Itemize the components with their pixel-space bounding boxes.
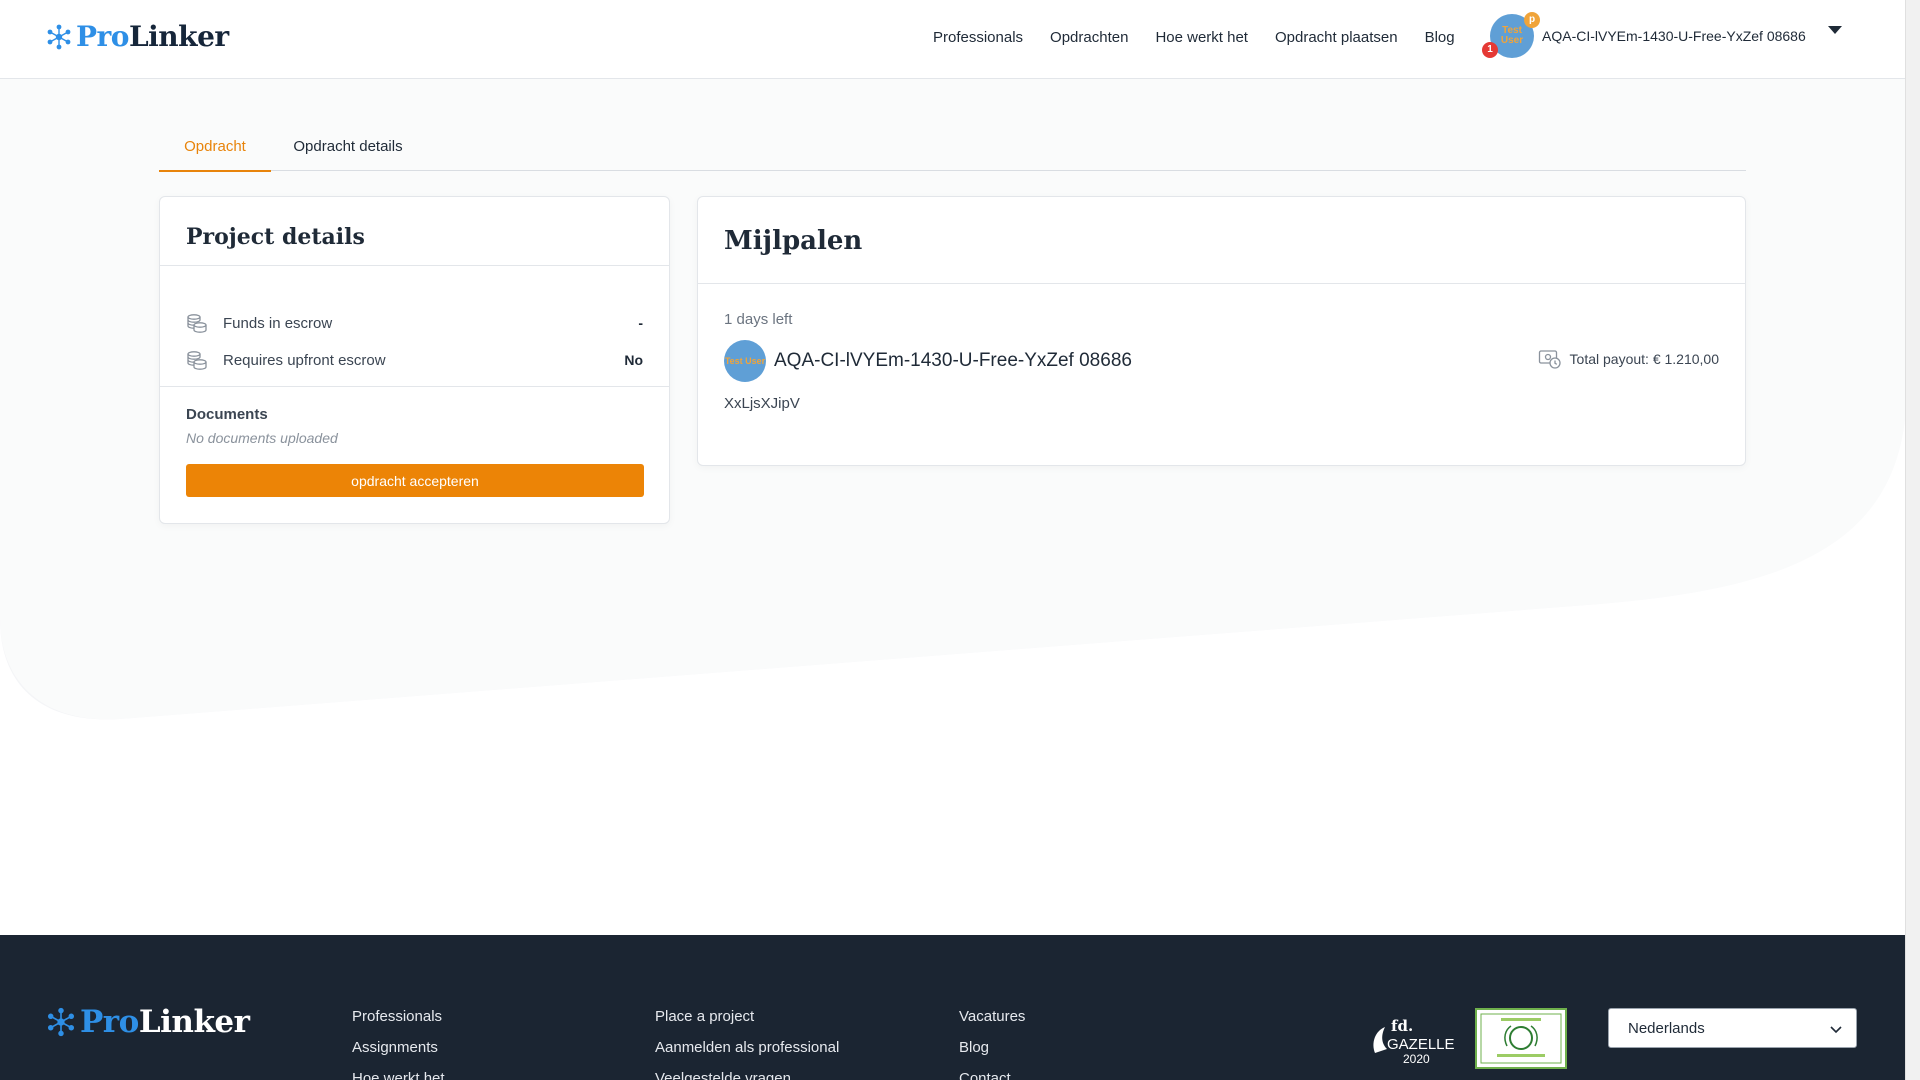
tab-opdracht[interactable]: Opdracht (159, 122, 271, 172)
footer-link-faq[interactable]: Veelgestelde vragen (655, 1070, 839, 1080)
main-nav: Professionals Opdrachten Hoe werkt het O… (933, 29, 1482, 46)
molecule-logo-icon (47, 1007, 75, 1037)
project-details-card: Project details Funds in escrow - Requir… (159, 196, 670, 524)
requires-upfront-escrow-label: Requires upfront escrow (223, 351, 386, 369)
fd-gazellen-award: fd. GAZELLEN 2020 (1369, 1013, 1465, 1066)
nav-opdracht-plaatsen[interactable]: Opdracht plaatsen (1275, 29, 1398, 46)
accept-assignment-button[interactable]: opdracht accepteren (186, 464, 644, 497)
nav-blog[interactable]: Blog (1425, 29, 1455, 46)
svg-text:fd.: fd. (1391, 1017, 1413, 1035)
svg-text:2020: 2020 (1403, 1052, 1430, 1065)
divider (698, 283, 1745, 284)
brand-logo[interactable]: ProLinker (46, 20, 229, 53)
milestone-name: AQA-CI-lVYEm-1430-U-Free-YxZef 08686 (774, 350, 1132, 371)
user-menu[interactable]: Test User p 1 AQA-CI-lVYEm-1430-U-Free-Y… (1482, 12, 1842, 58)
molecule-logo-icon (47, 24, 71, 49)
language-select[interactable]: Nederlands (1608, 1008, 1857, 1048)
freelance-award-badge (1475, 1008, 1567, 1069)
tab-bar: Opdracht Opdracht details (159, 122, 1746, 172)
milestones-card: Mijlpalen 1 days left Test User AQA-CI-l… (697, 196, 1746, 466)
footer-link-assignments[interactable]: Assignments (352, 1039, 445, 1070)
footer-column-3: Vacatures Blog Contact (959, 1008, 1025, 1080)
avatar[interactable]: Test User p 1 (1482, 12, 1540, 58)
footer-link-hoe-werkt-het[interactable]: Hoe werkt het (352, 1070, 445, 1080)
footer-link-vacatures[interactable]: Vacatures (959, 1008, 1025, 1039)
funds-in-escrow-label: Funds in escrow (223, 314, 333, 332)
card-title: Project details (186, 224, 365, 250)
documents-label: Documents (186, 406, 268, 423)
brand-name: ProLinker (80, 1004, 250, 1040)
language-value: Nederlands (1628, 1019, 1705, 1037)
footer-link-professionals[interactable]: Professionals (352, 1008, 445, 1039)
nav-hoe-werkt-het[interactable]: Hoe werkt het (1155, 29, 1248, 46)
top-header: ProLinker Professionals Opdrachten Hoe w… (0, 0, 1905, 79)
nav-professionals[interactable]: Professionals (933, 29, 1023, 46)
total-payout: Total payout: € 1.210,00 (1538, 348, 1719, 370)
funds-in-escrow-row: Funds in escrow - (186, 312, 643, 334)
divider (160, 265, 669, 266)
footer-brand-logo[interactable]: ProLinker (46, 1004, 250, 1040)
footer-link-blog[interactable]: Blog (959, 1039, 1025, 1070)
coins-icon (187, 314, 207, 333)
footer-link-place-a-project[interactable]: Place a project (655, 1008, 839, 1039)
avatar-text: Test User (1500, 25, 1524, 46)
requires-upfront-escrow-row: Requires upfront escrow No (186, 349, 643, 371)
coins-icon (187, 351, 207, 370)
avatar: Test User (724, 340, 766, 382)
card-title: Mijlpalen (724, 226, 863, 256)
footer-link-aanmelden[interactable]: Aanmelden als professional (655, 1039, 839, 1070)
milestone-description: XxLjsXJipV (724, 395, 800, 412)
footer-column-1: Professionals Assignments Hoe werkt het (352, 1008, 445, 1080)
svg-text:GAZELLEN: GAZELLEN (1387, 1036, 1455, 1053)
footer-column-2: Place a project Aanmelden als profession… (655, 1008, 839, 1080)
divider (160, 386, 669, 387)
user-name[interactable]: AQA-CI-lVYEm-1430-U-Free-YxZef 08686 (1542, 28, 1806, 44)
total-payout-text: Total payout: € 1.210,00 (1569, 351, 1719, 367)
page-scrollbar[interactable] (1905, 0, 1920, 1080)
caret-down-icon[interactable] (1827, 26, 1842, 34)
brand-name: ProLinker (76, 20, 229, 53)
funds-in-escrow-value: - (638, 315, 643, 331)
plan-badge: p (1524, 12, 1540, 28)
documents-empty-text: No documents uploaded (186, 430, 338, 446)
tab-opdracht-details[interactable]: Opdracht details (271, 122, 425, 171)
footer-link-contact[interactable]: Contact (959, 1070, 1025, 1080)
milestone-header: Test User AQA-CI-lVYEm-1430-U-Free-YxZef… (724, 340, 1132, 382)
footer: ProLinker Professionals Assignments Hoe … (0, 935, 1905, 1080)
chevron-down-icon (1830, 1026, 1842, 1034)
nav-opdrachten[interactable]: Opdrachten (1050, 29, 1128, 46)
days-left-text: 1 days left (724, 311, 793, 328)
requires-upfront-escrow-value: No (624, 352, 643, 368)
notification-badge: 1 (1482, 42, 1498, 58)
money-clock-icon (1538, 350, 1561, 369)
